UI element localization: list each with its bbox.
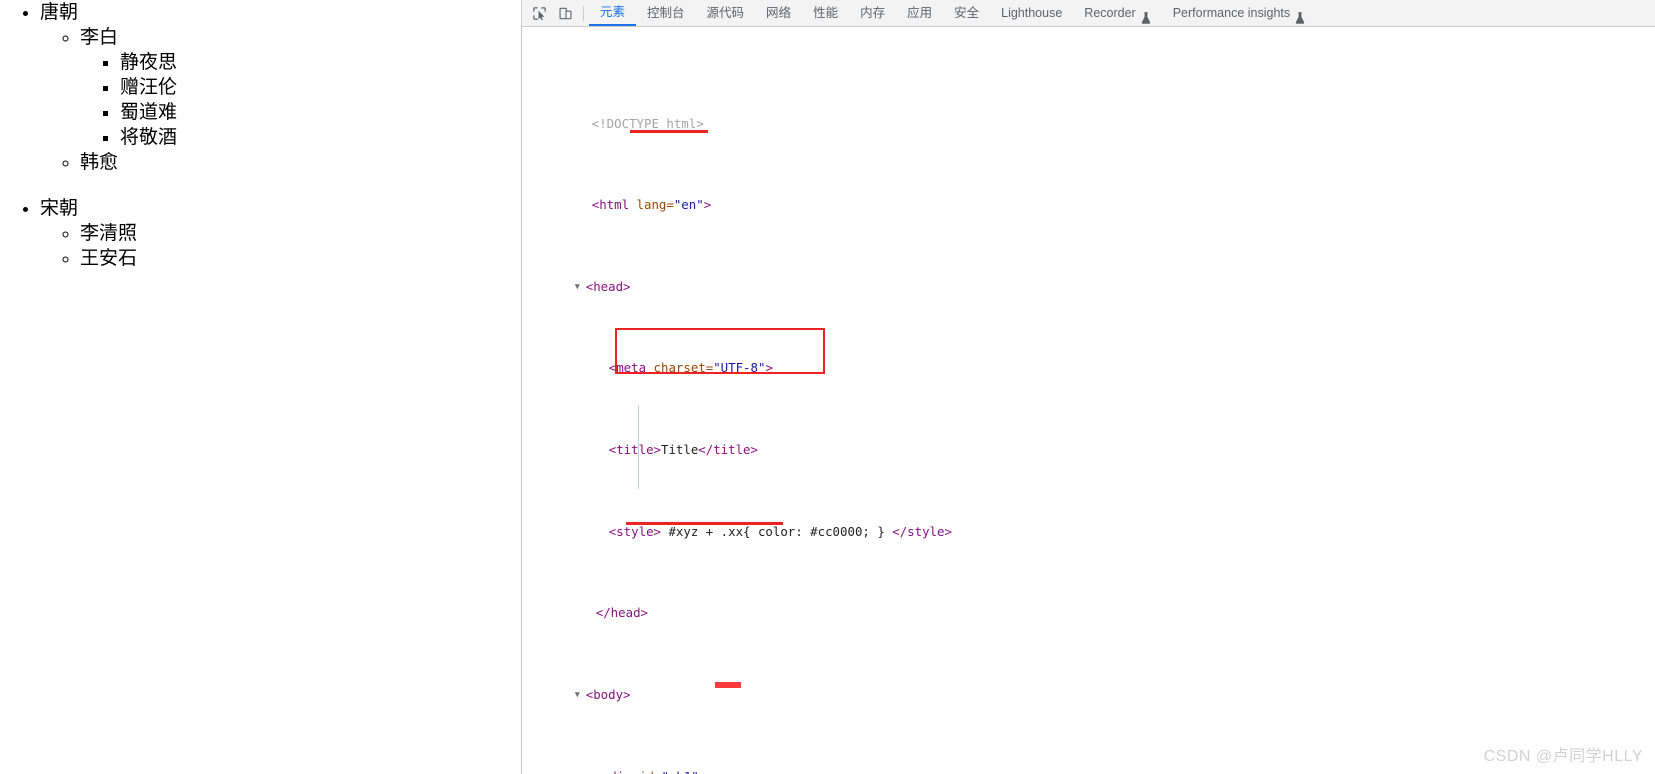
tab-label: 网络	[766, 6, 792, 20]
watermark: CSDN @卢同学HLLY	[1483, 748, 1643, 765]
node-text: <!DOCTYPE html>	[591, 115, 704, 131]
tab-label: 安全	[954, 6, 980, 20]
tab-lighthouse[interactable]: Lighthouse	[990, 0, 1073, 26]
tab-label: Lighthouse	[1001, 6, 1063, 20]
annotation-underline-ul-open	[626, 522, 783, 525]
tab-application[interactable]: 应用	[896, 0, 943, 26]
device-toolbar-icon[interactable]	[552, 1, 578, 25]
dom-node-head[interactable]: ▼ <head>	[522, 256, 1655, 294]
devtools-toolbar: 元素 控制台 源代码 网络 性能 内存 应用 安全 Lighthouse Rec…	[522, 0, 1655, 27]
tab-label: 性能	[813, 6, 839, 20]
node-attr-value: "UTF-8"	[713, 360, 766, 376]
tab-recorder[interactable]: Recorder	[1073, 0, 1161, 26]
experiment-flask-icon	[1295, 7, 1305, 24]
poem-label: 将敬酒	[120, 127, 178, 149]
node-tag: <div	[602, 769, 632, 774]
list-item-poet-liqingzhao: 李清照	[80, 221, 521, 246]
list-item-poem-shudaonan: 蜀道难	[120, 100, 521, 125]
node-tag: <body>	[585, 686, 631, 702]
experiment-flask-icon	[1141, 7, 1151, 24]
inspect-cursor-icon[interactable]	[526, 1, 552, 25]
tab-network[interactable]: 网络	[755, 0, 802, 26]
dom-tree[interactable]: ▶<!DOCTYPE html> ▶<html lang="en"> ▼<hea…	[522, 27, 1655, 774]
tab-label: 源代码	[706, 6, 745, 20]
poem-label-highlighted: 赠汪伦	[120, 77, 178, 99]
dom-node-meta[interactable]: <meta charset="UTF-8">	[522, 338, 1655, 375]
node-attr-value: "ab1"	[661, 769, 698, 774]
twisty-placeholder: ▶	[575, 114, 586, 134]
dynasty-list: 唐朝 李白 静夜思 赠汪伦 蜀道难 将敬酒 韩愈 宋朝	[0, 0, 521, 271]
tab-label: 元素	[600, 5, 626, 19]
tab-performance-insights[interactable]: Performance insights	[1162, 0, 1316, 26]
dom-node-body[interactable]: ▼ <body>	[522, 664, 1655, 702]
list-item-poem-jiangjingjiu: 将敬酒	[120, 125, 521, 150]
twisty-open-icon[interactable]: ▼	[575, 277, 586, 297]
node-tag-close: >	[703, 197, 712, 213]
list-item-poet-libai: 李白 静夜思 赠汪伦 蜀道难 将敬酒	[80, 25, 521, 150]
annotation-bar-ul-close	[715, 682, 741, 688]
tab-console[interactable]: 控制台	[636, 0, 696, 26]
node-tag-close: </title>	[698, 442, 758, 458]
twisty-open-icon[interactable]: ▼	[591, 767, 602, 774]
poem-label: 蜀道难	[120, 102, 178, 124]
tab-security[interactable]: 安全	[943, 0, 990, 26]
poet-label: 李清照	[80, 222, 138, 244]
tab-memory[interactable]: 内存	[849, 0, 896, 26]
node-tag-close: >	[765, 360, 773, 376]
tab-elements[interactable]: 元素	[589, 0, 637, 26]
annotation-underline-style-selector	[630, 130, 708, 133]
tree-guide-line	[638, 405, 639, 489]
poem-list-libai: 静夜思 赠汪伦 蜀道难 将敬酒	[80, 50, 521, 150]
node-tag: <meta	[608, 360, 647, 376]
node-attr-value: "en"	[673, 197, 704, 213]
list-item-poet-wanganshi: 王安石	[80, 246, 521, 271]
poet-label: 王安石	[80, 247, 138, 269]
tab-label: 控制台	[647, 6, 685, 20]
poem-label: 静夜思	[120, 52, 178, 74]
node-tag: <head>	[585, 278, 631, 294]
tab-label: Recorder	[1084, 6, 1136, 20]
toolbar-divider	[583, 5, 584, 21]
dom-node-doctype[interactable]: ▶ <!DOCTYPE html>	[522, 93, 1655, 131]
poet-list-song: 李清照 王安石	[40, 221, 521, 271]
node-text: Title	[660, 442, 699, 458]
dom-node-head-close: </head>	[522, 583, 1655, 620]
node-tag-close: </style>	[892, 523, 952, 539]
list-item-poem-jingyesi: 静夜思	[120, 50, 521, 75]
poet-label: 李白	[80, 27, 119, 49]
list-item-dynasty-song: 宋朝 李清照 王安石	[40, 196, 521, 271]
dom-node-style[interactable]: <style> #xyz + .xx{ color: #cc0000; } </…	[522, 501, 1655, 539]
node-tag: <html	[591, 197, 630, 213]
twisty-open-icon[interactable]: ▼	[575, 685, 586, 705]
node-tag: </head>	[595, 605, 648, 621]
node-tag: <title>	[608, 442, 661, 458]
node-attr-name: lang=	[629, 197, 674, 213]
node-tag: <style>	[608, 523, 661, 539]
node-attr-name: charset=	[646, 360, 714, 376]
poet-label: 韩愈	[80, 152, 119, 174]
node-attr-name: id=	[632, 769, 661, 774]
dom-node-html[interactable]: ▶<html lang="en">	[522, 175, 1655, 212]
tab-label: 应用	[907, 6, 933, 20]
rendered-page-pane: 唐朝 李白 静夜思 赠汪伦 蜀道难 将敬酒 韩愈 宋朝	[0, 0, 521, 774]
list-item-dynasty-tang: 唐朝 李白 静夜思 赠汪伦 蜀道难 将敬酒 韩愈	[40, 0, 521, 176]
tab-label: Performance insights	[1172, 6, 1291, 20]
tab-label: 内存	[860, 6, 886, 20]
poet-list-tang: 李白 静夜思 赠汪伦 蜀道难 将敬酒 韩愈	[40, 25, 521, 175]
tab-performance[interactable]: 性能	[802, 0, 849, 26]
tab-sources[interactable]: 源代码	[696, 0, 756, 26]
node-tag-close: >	[699, 769, 706, 774]
list-item-poet-hanyu: 韩愈	[80, 150, 521, 175]
devtools-panel: 元素 控制台 源代码 网络 性能 内存 应用 安全 Lighthouse Rec…	[521, 0, 1655, 774]
list-item-poem-zengwanglun: 赠汪伦	[120, 75, 521, 100]
node-css-text: #xyz + .xx{ color: #cc0000; }	[660, 523, 893, 539]
dom-node-title[interactable]: <title>Title</title>	[522, 420, 1655, 457]
dynasty-label: 宋朝	[40, 197, 79, 219]
twisty-placeholder: ▶	[575, 196, 586, 216]
dynasty-label: 唐朝	[40, 2, 79, 23]
